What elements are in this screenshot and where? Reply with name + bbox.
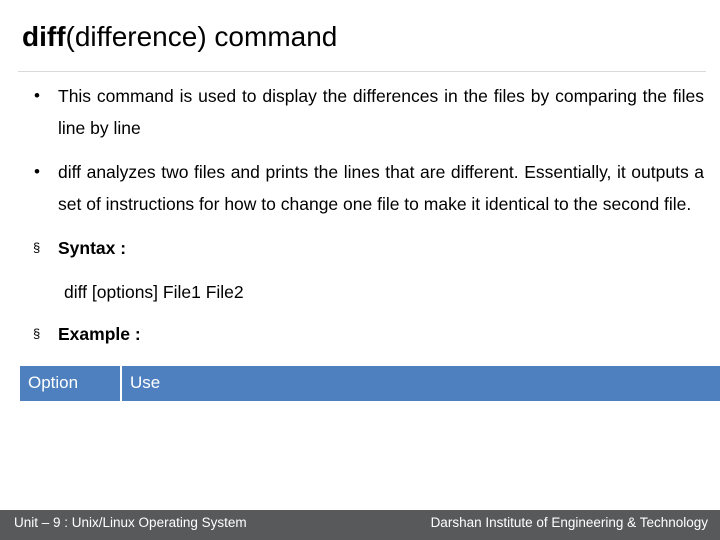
- slide-body: • This command is used to display the di…: [0, 80, 720, 362]
- syntax-heading: Syntax :: [58, 238, 127, 258]
- page-title-regular: (difference) command: [65, 21, 338, 52]
- options-table: Option Use: [20, 366, 720, 401]
- footer-unit-label: Unit – 9 : Unix/Linux Operating System: [14, 515, 247, 530]
- list-item-example: § Example :: [0, 318, 720, 350]
- column-header-use: Use: [121, 366, 720, 401]
- list-item: • This command is used to display the di…: [0, 80, 720, 144]
- bullet-marker-round-icon: •: [34, 162, 40, 181]
- page-title-bold: diff: [22, 21, 66, 52]
- example-heading: Example :: [58, 324, 141, 344]
- slide: diff(difference) command • This command …: [0, 0, 720, 540]
- list-item-text: This command is used to display the diff…: [58, 86, 704, 138]
- bullet-marker-square-icon: §: [33, 326, 41, 341]
- column-header-option: Option: [20, 366, 122, 401]
- title-divider: [18, 71, 706, 72]
- options-table-wrapper: Option Use: [20, 366, 720, 401]
- options-table-header: Option Use: [20, 366, 720, 401]
- table-header-row: Option Use: [20, 366, 720, 401]
- footer-institute-label: Darshan Institute of Engineering & Techn…: [430, 515, 708, 530]
- list-item-syntax: § Syntax :: [0, 232, 720, 264]
- list-item-text: diff analyzes two files and prints the l…: [58, 162, 704, 214]
- bullet-marker-round-icon: •: [34, 86, 40, 105]
- list-item: • diff analyzes two files and prints the…: [0, 156, 720, 220]
- syntax-code-text: diff [options] File1 File2: [64, 282, 244, 302]
- page-title: diff(difference) command: [22, 20, 706, 54]
- syntax-code-row: diff [options] File1 File2: [0, 276, 720, 308]
- bullet-marker-square-icon: §: [33, 240, 41, 255]
